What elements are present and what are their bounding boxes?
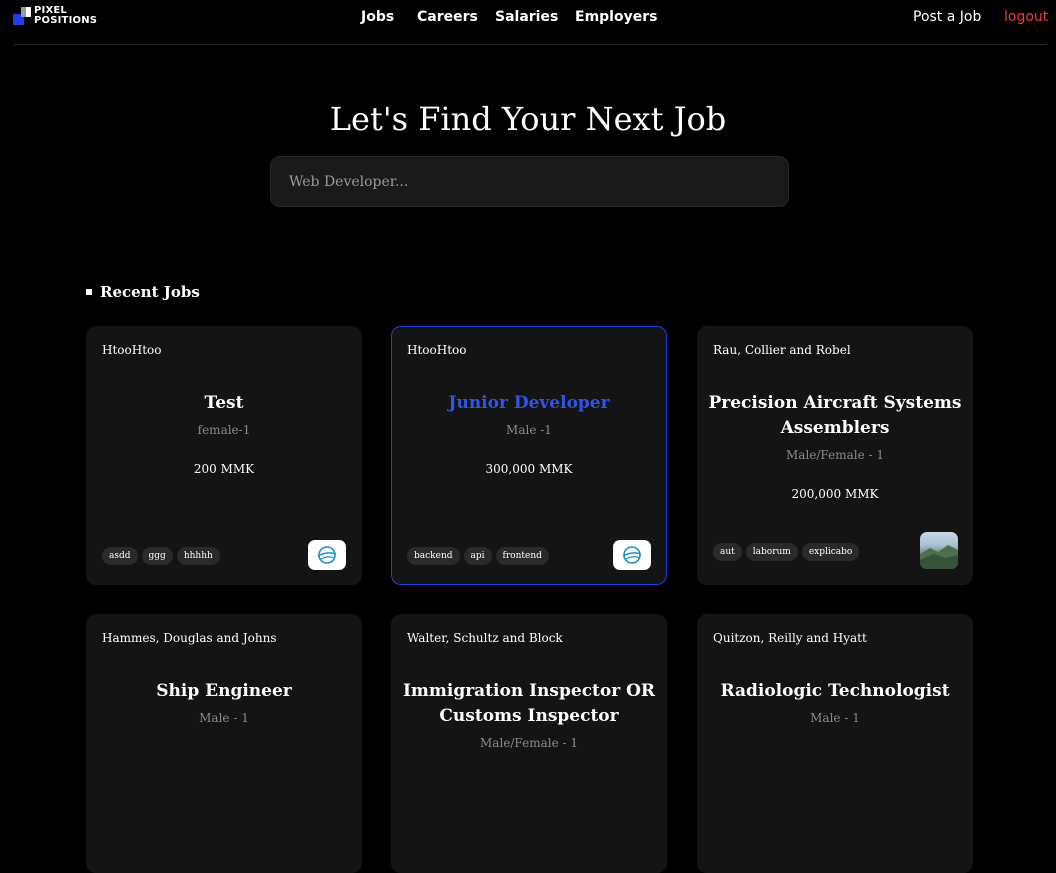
- job-title[interactable]: Ship Engineer: [97, 679, 351, 704]
- logo-text: PIXEL POSITIONS: [34, 6, 97, 26]
- company-name[interactable]: Walter, Schultz and Block: [407, 631, 563, 645]
- job-card[interactable]: HtooHtoo Test female-1 200 MMK asdd ggg …: [86, 326, 362, 585]
- job-title[interactable]: Test: [97, 391, 351, 416]
- top-navigation: PIXEL POSITIONS Jobs Careers Salaries Em…: [13, 0, 1048, 45]
- square-bullet-icon: [86, 289, 92, 295]
- recent-jobs-heading: Recent Jobs: [86, 283, 200, 301]
- tag[interactable]: api: [463, 547, 492, 565]
- pixel-positions-logo[interactable]: PIXEL POSITIONS: [13, 6, 103, 28]
- company-name[interactable]: Hammes, Douglas and Johns: [102, 631, 277, 645]
- job-title[interactable]: Radiologic Technologist: [708, 679, 962, 704]
- tag-list: asdd ggg hhhhh: [102, 547, 220, 565]
- job-card[interactable]: Rau, Collier and Robel Precision Aircraf…: [697, 326, 973, 585]
- job-gender-count: Male - 1: [199, 711, 249, 725]
- tag[interactable]: hhhhh: [176, 547, 220, 565]
- company-name[interactable]: Rau, Collier and Robel: [713, 343, 851, 357]
- tag[interactable]: asdd: [102, 547, 138, 565]
- company-name[interactable]: Quitzon, Reilly and Hyatt: [713, 631, 867, 645]
- tag[interactable]: frontend: [495, 547, 549, 565]
- globe-emblem-icon: [613, 540, 651, 570]
- job-card[interactable]: Hammes, Douglas and Johns Ship Engineer …: [86, 614, 362, 873]
- logo-line-2: POSITIONS: [34, 15, 98, 26]
- tag-list: backend api frontend: [407, 547, 549, 565]
- globe-emblem-icon: [308, 540, 346, 570]
- nav-jobs[interactable]: Jobs: [361, 9, 394, 25]
- job-gender-count: female-1: [197, 423, 251, 437]
- landscape-photo-icon: [920, 532, 958, 569]
- job-card[interactable]: Walter, Schultz and Block Immigration In…: [391, 614, 667, 873]
- hero-title: Let's Find Your Next Job: [329, 100, 727, 138]
- tag[interactable]: backend: [407, 547, 460, 565]
- job-gender-count: Male/Female - 1: [480, 736, 578, 750]
- tag[interactable]: laborum: [745, 543, 798, 561]
- tag[interactable]: ggg: [141, 547, 173, 565]
- recent-jobs-label: Recent Jobs: [100, 283, 200, 301]
- job-salary: 300,000 MMK: [485, 462, 573, 476]
- job-title[interactable]: Precision Aircraft Systems Assemblers: [708, 391, 962, 441]
- company-name[interactable]: HtooHtoo: [407, 343, 466, 357]
- job-salary: 200,000 MMK: [791, 487, 879, 501]
- nav-salaries[interactable]: Salaries: [495, 9, 558, 25]
- job-card[interactable]: HtooHtoo Junior Developer Male -1 300,00…: [391, 326, 667, 585]
- logout-link[interactable]: logout: [1004, 9, 1048, 25]
- tag[interactable]: explicabo: [801, 543, 860, 561]
- tag-list: aut laborum explicabo: [713, 543, 860, 561]
- nav-careers[interactable]: Careers: [417, 9, 478, 25]
- job-card[interactable]: Quitzon, Reilly and Hyatt Radiologic Tec…: [697, 614, 973, 873]
- job-title[interactable]: Junior Developer: [402, 391, 656, 416]
- logo-grey-square-icon: [21, 7, 26, 17]
- job-title[interactable]: Immigration Inspector OR Customs Inspect…: [402, 679, 656, 729]
- company-name[interactable]: HtooHtoo: [102, 343, 161, 357]
- nav-employers[interactable]: Employers: [575, 9, 657, 25]
- job-salary: 200 MMK: [193, 462, 255, 476]
- tag[interactable]: aut: [713, 543, 742, 561]
- post-job-link[interactable]: Post a Job: [913, 9, 981, 25]
- job-gender-count: Male -1: [506, 423, 552, 437]
- job-gender-count: Male - 1: [810, 711, 860, 725]
- job-gender-count: Male/Female - 1: [786, 448, 884, 462]
- job-search-input[interactable]: [270, 156, 789, 207]
